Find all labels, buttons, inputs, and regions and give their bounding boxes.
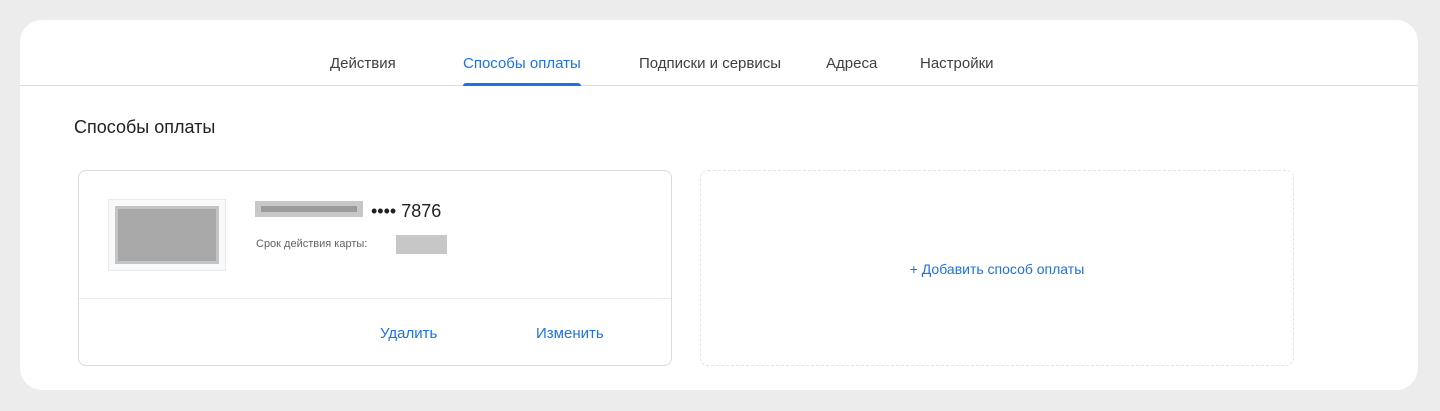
card-expiry-label: Срок действия карты: — [256, 238, 368, 250]
tab-label: Адреса — [826, 55, 878, 72]
tab-settings[interactable]: Настройки — [920, 20, 994, 85]
add-payment-method-card[interactable]: + Добавить способ оплаты — [700, 170, 1294, 366]
card-expiry-redacted — [396, 235, 447, 254]
tab-payment-methods[interactable]: Способы оплаты — [463, 20, 581, 86]
tab-label: Настройки — [920, 55, 994, 72]
delete-card-button[interactable]: Удалить — [380, 325, 437, 342]
card-divider — [79, 298, 671, 299]
card-thumbnail — [108, 199, 226, 271]
tab-label: Действия — [330, 55, 396, 72]
active-tab-indicator — [463, 83, 581, 86]
card-number: •••• 7876 — [371, 201, 442, 221]
tab-bar: Действия Способы оплаты Подписки и серви… — [20, 20, 1418, 86]
tab-label: Подписки и сервисы — [639, 55, 782, 72]
tab-label: Способы оплаты — [463, 55, 581, 72]
add-payment-method-button[interactable]: + Добавить способ оплаты — [701, 261, 1293, 277]
card-name-redacted — [255, 201, 363, 217]
tab-actions[interactable]: Действия — [330, 20, 396, 85]
tab-addresses[interactable]: Адреса — [826, 20, 877, 85]
payments-panel: Действия Способы оплаты Подписки и серви… — [20, 20, 1418, 390]
card-image-redacted — [115, 206, 219, 264]
payment-card: •••• 7876 Срок действия карты: Удалить И… — [78, 170, 672, 366]
section-title: Способы оплаты — [74, 117, 216, 137]
tab-subscriptions-services[interactable]: Подписки и сервисы — [639, 20, 781, 85]
edit-card-button[interactable]: Изменить — [536, 325, 604, 342]
